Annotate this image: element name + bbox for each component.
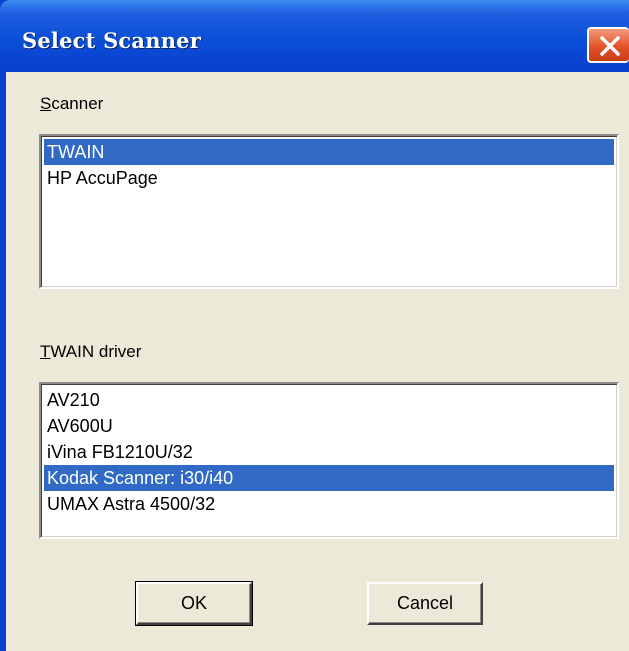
ok-button[interactable]: OK	[135, 581, 253, 626]
select-scanner-dialog: Select Scanner Scanner TWAIN HP AccuPage…	[0, 0, 629, 651]
cancel-button[interactable]: Cancel	[367, 582, 483, 625]
driver-item-ivina[interactable]: iVina FB1210U/32	[44, 439, 614, 465]
twain-driver-label: TWAIN driver	[40, 342, 142, 361]
driver-item-kodak[interactable]: Kodak Scanner: i30/i40	[44, 465, 614, 491]
close-button[interactable]	[587, 27, 629, 63]
scanner-item-twain[interactable]: TWAIN	[44, 139, 614, 165]
scanner-item-hp-accupage[interactable]: HP AccuPage	[44, 165, 614, 191]
dialog-body: Scanner TWAIN HP AccuPage TWAIN driver A…	[6, 72, 629, 651]
title-bar[interactable]: Select Scanner	[0, 0, 629, 72]
scanner-label: Scanner	[40, 94, 104, 113]
twain-driver-listbox[interactable]: AV210 AV600U iVina FB1210U/32 Kodak Scan…	[39, 382, 619, 539]
close-icon	[600, 36, 620, 56]
driver-item-umax[interactable]: UMAX Astra 4500/32	[44, 491, 614, 517]
driver-item-av600u[interactable]: AV600U	[44, 413, 614, 439]
scanner-listbox[interactable]: TWAIN HP AccuPage	[39, 134, 619, 289]
window-title: Select Scanner	[22, 28, 201, 53]
driver-item-av210[interactable]: AV210	[44, 387, 614, 413]
